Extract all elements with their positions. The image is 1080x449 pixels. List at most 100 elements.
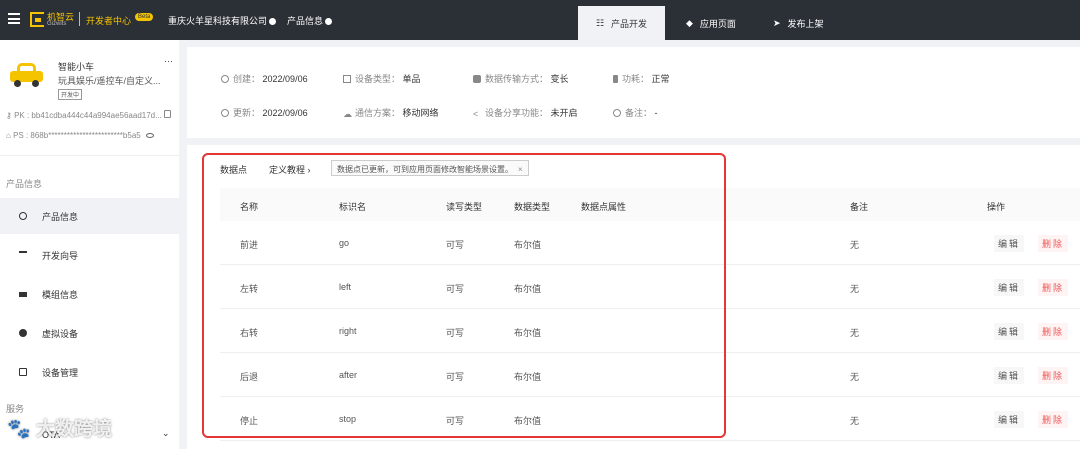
sidebar-item-label: 开发向导 [42, 251, 79, 261]
edit-button[interactable]: 编辑 [994, 411, 1025, 428]
table-row: 后退 after 可写 布尔值 无 编辑 删除 [220, 353, 1080, 397]
module-icon [19, 292, 27, 297]
column-header: 数据点属性 [581, 202, 627, 212]
delete-button[interactable]: 删除 [1038, 323, 1069, 340]
edit-button[interactable]: 编辑 [994, 367, 1025, 384]
tab-label: 产品开发 [611, 18, 648, 29]
table-row: 左转 left 可写 布尔值 无 编辑 删除 [220, 265, 1080, 309]
column-header: 操作 [987, 202, 1006, 212]
device-icon [19, 329, 27, 337]
product-secret: ⌂ PS : 868b************************b5a5 [6, 131, 141, 140]
watermark-text: 大数跨境 [35, 419, 112, 440]
share-icon: < [473, 109, 479, 119]
updated-field: 更新： 2022/09/06 [221, 106, 308, 119]
watermark: 🐾 大数跨境 [7, 419, 112, 440]
product-info-selector[interactable]: 产品信息 [287, 14, 333, 27]
logo[interactable]: 机智云 Gizwits [30, 10, 80, 30]
clock-icon [221, 109, 229, 117]
cell-name: 右转 [240, 328, 259, 338]
dev-center-link[interactable]: 开发者中心 [86, 14, 131, 27]
cell-name: 停止 [240, 416, 259, 426]
info-icon [19, 212, 27, 220]
cell-name: 前进 [240, 240, 259, 250]
company-selector[interactable]: 重庆火羊星科技有限公司 [168, 14, 277, 27]
close-icon[interactable]: × [518, 165, 523, 174]
dropdown-icon [269, 18, 277, 25]
edit-button[interactable]: 编辑 [994, 279, 1025, 296]
delete-button[interactable]: 删除 [1038, 235, 1069, 252]
field-value: 单品 [402, 74, 421, 84]
sidebar-item-label: 模组信息 [42, 290, 79, 300]
field-label: 通信方案： [355, 108, 401, 118]
field-label: 功耗： [622, 74, 650, 84]
sidebar-item-virtual-device[interactable]: 虚拟设备 [0, 315, 179, 351]
eye-icon[interactable] [146, 133, 154, 138]
cell-type: 布尔值 [514, 284, 542, 294]
cell-id: left [339, 282, 352, 292]
top-bar: 机智云 Gizwits 开发者中心 Beta 重庆火羊星科技有限公司 产品信息 … [0, 0, 1080, 40]
column-header: 数据类型 [514, 202, 551, 212]
power-field: 功耗： 正常 [613, 72, 670, 85]
tab-product-dev[interactable]: ☷ 产品开发 [578, 6, 665, 40]
product-category: 玩具娱乐/遥控车/自定义... [58, 76, 161, 86]
field-label: 数据传输方式： [485, 74, 549, 84]
delete-button[interactable]: 删除 [1038, 367, 1069, 384]
cell-name: 后退 [240, 372, 259, 382]
delete-button[interactable]: 删除 [1038, 411, 1069, 428]
tab-label: 发布上架 [787, 18, 824, 29]
edit-button[interactable]: 编辑 [994, 235, 1025, 252]
product-key-text: PK : bb41cdba444c44a994ae56aad17d... [14, 111, 162, 120]
cell-rw: 可写 [446, 240, 465, 250]
product-secret-text: PS : 868b************************b5a5 [13, 131, 141, 140]
field-label: 更新： [233, 108, 261, 118]
chevron-down-icon[interactable]: ⌄ [162, 428, 170, 439]
diamond-icon: ◆ [686, 17, 693, 28]
note-field: 备注： - [613, 106, 658, 119]
pin-icon [19, 251, 27, 259]
divider [79, 12, 80, 26]
cell-name: 左转 [240, 284, 259, 294]
comm-field: ☁ 通信方案： 移动网络 [343, 106, 439, 119]
menu-icon[interactable] [8, 13, 20, 24]
database-icon [473, 75, 481, 83]
battery-icon [613, 75, 618, 83]
cell-note: 无 [850, 240, 860, 250]
cloud-icon: ☁ [343, 109, 352, 119]
field-value: 2022/09/06 [262, 74, 308, 84]
product-info-label: 产品信息 [287, 16, 324, 26]
tab-label: 应用页面 [699, 18, 736, 29]
cell-rw: 可写 [446, 284, 465, 294]
product-key: ⚷ PK : bb41cdba444c44a994ae56aad17d... [6, 111, 162, 120]
product-name: 智能小车 [58, 62, 95, 72]
field-value: 正常 [651, 74, 670, 84]
cell-note: 无 [850, 328, 860, 338]
tab-app-page[interactable]: ◆ 应用页面 [686, 6, 736, 40]
field-value: 移动网络 [402, 108, 439, 118]
section-title: 产品信息 [6, 179, 43, 189]
logo-subtext: Gizwits [47, 21, 67, 27]
column-header: 标识名 [339, 202, 367, 212]
clock-icon [221, 75, 229, 83]
field-value: 变长 [550, 74, 569, 84]
field-value: 2022/09/06 [262, 108, 308, 118]
notice-text: 数据点已更新，可到应用页面修改智能场景设置。 [337, 165, 513, 174]
field-label: 备注： [625, 108, 653, 118]
copy-icon[interactable] [164, 110, 171, 118]
more-icon[interactable]: ··· [164, 56, 173, 66]
table-header: 名称 标识名 读写类型 数据类型 数据点属性 备注 操作 [220, 188, 1080, 221]
column-header: 名称 [240, 202, 259, 212]
tutorial-link[interactable]: 定义教程 › [269, 163, 311, 176]
status-badge: 开发中 [58, 89, 83, 100]
sidebar-item-dev-guide[interactable]: 开发向导 [0, 237, 179, 273]
edit-button[interactable]: 编辑 [994, 323, 1025, 340]
sidebar-item-module-info[interactable]: 模组信息 [0, 276, 179, 312]
field-label: 设备分享功能： [485, 108, 549, 118]
delete-button[interactable]: 删除 [1038, 279, 1069, 296]
sidebar-item-product-info[interactable]: 产品信息 [0, 198, 179, 234]
cell-id: stop [339, 414, 357, 424]
sidebar-item-device-mgmt[interactable]: 设备管理 [0, 354, 179, 390]
tab-publish[interactable]: ➤ 发布上架 [773, 6, 824, 40]
tuning-icon: ☷ [595, 17, 605, 28]
tab-datapoints[interactable]: 数据点 [220, 163, 247, 176]
column-header: 读写类型 [446, 202, 483, 212]
